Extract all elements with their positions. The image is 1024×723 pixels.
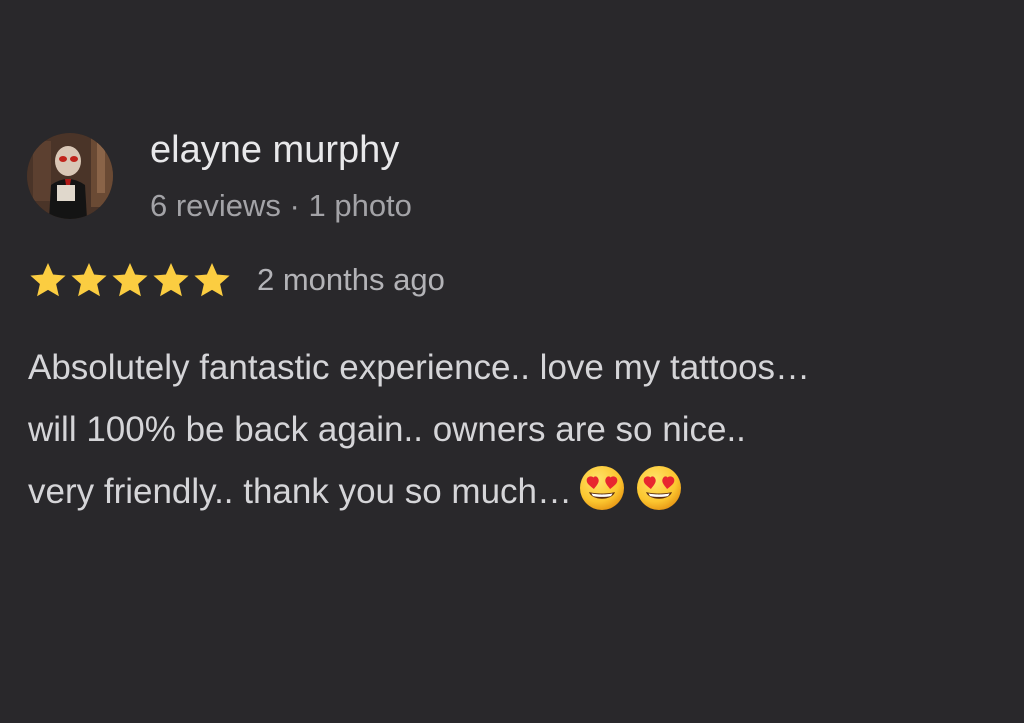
avatar[interactable]	[27, 133, 113, 219]
reviewer-name[interactable]: elayne murphy	[150, 124, 399, 176]
star-icon	[153, 263, 189, 297]
review-text-line: Absolutely fantastic experience.. love m…	[28, 348, 811, 387]
star-icon	[30, 263, 66, 297]
smiling-face-with-heart-eyes-icon	[635, 464, 683, 512]
reviewer-meta: 6 reviews · 1 photo	[150, 188, 412, 223]
rating-row: 2 months ago	[28, 258, 445, 302]
review-time: 2 months ago	[257, 262, 445, 297]
review-card: elayne murphy 6 reviews · 1 photo 2 mont…	[0, 0, 1024, 723]
review-text-line-last: very friendly.. thank you so much…	[28, 461, 1013, 523]
star-icon	[112, 263, 148, 297]
smiling-face-with-heart-eyes-icon	[578, 464, 626, 512]
star-rating	[28, 260, 233, 300]
star-icon	[194, 263, 230, 297]
review-text-line: very friendly.. thank you so much…	[28, 472, 573, 511]
review-text: Absolutely fantastic experience.. love m…	[28, 337, 1013, 523]
avatar-photo	[27, 133, 113, 219]
star-icon	[71, 263, 107, 297]
review-text-line: will 100% be back again.. owners are so …	[28, 410, 746, 449]
